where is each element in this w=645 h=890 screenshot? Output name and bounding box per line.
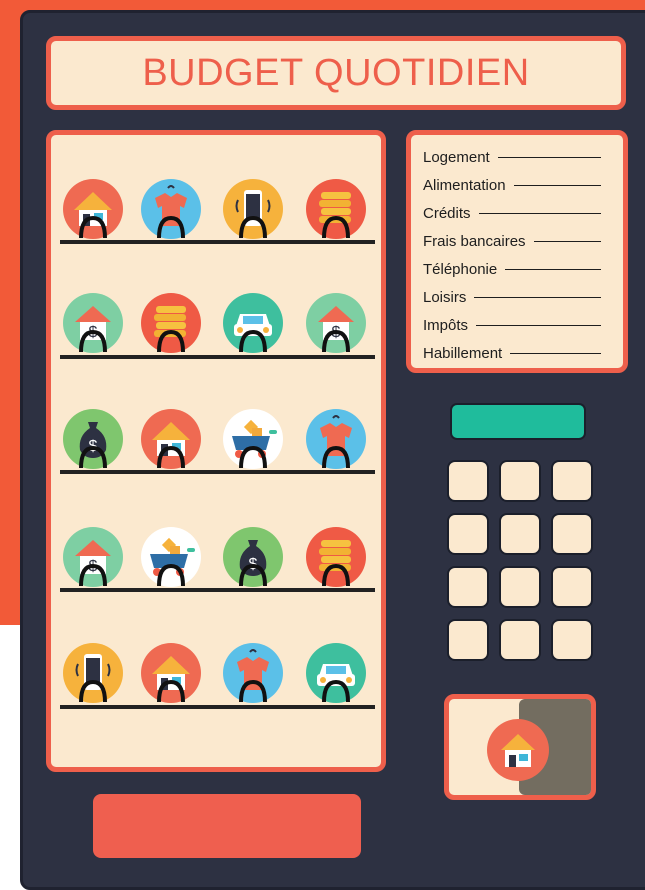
legend-item-impots: Impôts [423, 311, 623, 339]
legend-line [474, 296, 601, 298]
keypad-button[interactable] [499, 513, 541, 555]
legend-panel: Logement Alimentation Crédits Frais banc… [406, 130, 628, 373]
cart-icon[interactable] [140, 526, 202, 588]
keypad-button[interactable] [499, 619, 541, 661]
legend-line [476, 324, 601, 326]
house-icon[interactable] [140, 408, 202, 470]
legend-line [497, 156, 601, 158]
phone-icon[interactable] [222, 178, 284, 240]
legend-item-credits: Crédits [423, 199, 623, 227]
legend-item-telephonie: Téléphonie [423, 255, 623, 283]
bank-house-icon[interactable]: $ [62, 292, 124, 354]
bank-house-icon[interactable]: $ [305, 292, 367, 354]
car-icon[interactable] [305, 642, 367, 704]
shelf [60, 355, 375, 359]
phone-icon[interactable] [62, 642, 124, 704]
legend-line [533, 240, 601, 242]
delivery-tray[interactable] [93, 794, 361, 858]
money-bag-icon[interactable]: $ [62, 408, 124, 470]
keypad-button[interactable] [447, 513, 489, 555]
coins-icon[interactable] [140, 292, 202, 354]
legend-item-frais-bancaires: Frais bancaires [423, 227, 623, 255]
bank-house-icon[interactable]: $ [62, 526, 124, 588]
keypad-button[interactable] [499, 460, 541, 502]
legend-item-loisirs: Loisirs [423, 283, 623, 311]
legend-item-habillement: Habillement [423, 339, 623, 367]
car-icon[interactable] [222, 292, 284, 354]
coins-icon[interactable] [305, 178, 367, 240]
keypad-button[interactable] [447, 619, 489, 661]
legend-line [505, 268, 601, 270]
legend-item-logement: Logement [423, 143, 623, 171]
keypad-button[interactable] [447, 566, 489, 608]
shelf [60, 705, 375, 709]
legend-line [478, 212, 601, 214]
shelf [60, 470, 375, 474]
house-icon[interactable] [140, 642, 202, 704]
shirt-icon[interactable] [140, 178, 202, 240]
keypad-button[interactable] [551, 460, 593, 502]
keypad-button[interactable] [447, 460, 489, 502]
page-title: BUDGET QUOTIDIEN [142, 51, 530, 94]
legend-item-alimentation: Alimentation [423, 171, 623, 199]
keypad-button[interactable] [551, 566, 593, 608]
keypad-button[interactable] [551, 619, 593, 661]
shirt-icon[interactable] [222, 642, 284, 704]
legend-line [513, 184, 601, 186]
coin-slot-panel[interactable] [444, 694, 596, 800]
cart-icon[interactable] [222, 408, 284, 470]
keypad-button[interactable] [499, 566, 541, 608]
house-icon[interactable] [62, 178, 124, 240]
house-coin-icon [487, 719, 549, 781]
display-screen [450, 403, 586, 440]
shelf [60, 588, 375, 592]
shirt-icon[interactable] [305, 408, 367, 470]
money-bag-icon[interactable]: $ [222, 526, 284, 588]
shelf [60, 240, 375, 244]
coins-icon[interactable] [305, 526, 367, 588]
keypad-button[interactable] [551, 513, 593, 555]
title-banner: BUDGET QUOTIDIEN [46, 36, 626, 110]
legend-line [510, 352, 601, 354]
